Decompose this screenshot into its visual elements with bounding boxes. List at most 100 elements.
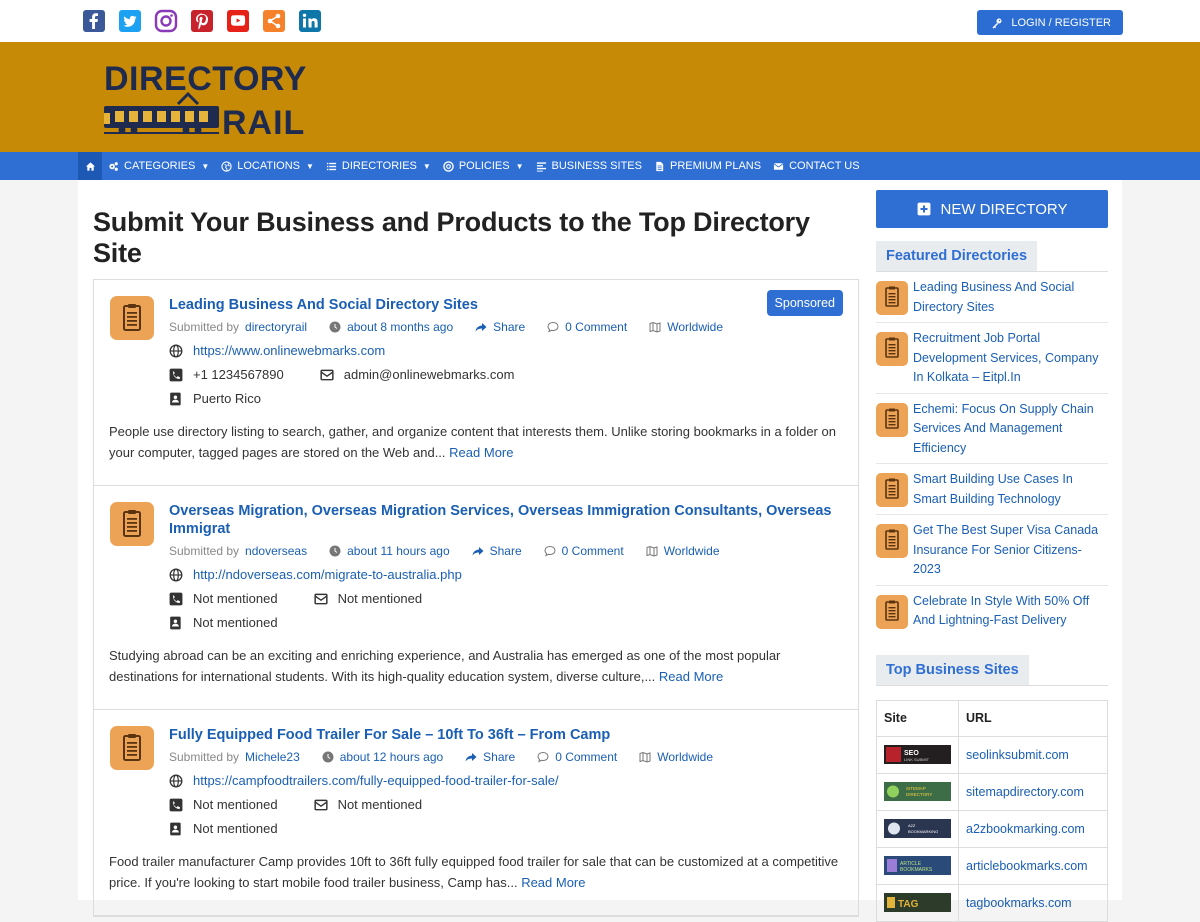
phone-icon xyxy=(169,798,183,811)
clipboard-icon[interactable] xyxy=(110,726,154,770)
featured-link[interactable]: Recruitment Job Portal Development Servi… xyxy=(913,329,1108,388)
nav-contact-us[interactable]: CONTACT US xyxy=(767,152,866,180)
clipboard-icon[interactable] xyxy=(876,473,908,507)
top-sites-header: Top Business Sites xyxy=(876,642,1108,686)
site-logo-cell: SITEMAP DIRECTORY xyxy=(876,772,959,811)
header-banner: DIRECTORY RAIL xyxy=(0,42,1200,152)
site-logo-image[interactable]: SITEMAPDIRECTORY xyxy=(884,782,951,801)
site-url[interactable]: tagbookmarks.com xyxy=(958,883,1108,922)
featured-item: Smart Building Use Cases In Smart Buildi… xyxy=(876,464,1108,515)
listing-time[interactable]: about 11 hours ago xyxy=(347,544,450,558)
url-row: https://www.onlinewebmarks.com xyxy=(169,343,843,358)
listing-user-link[interactable]: ndoverseas xyxy=(245,544,307,558)
pinterest-icon[interactable] xyxy=(190,9,214,33)
new-directory-button[interactable]: NEW DIRECTORY xyxy=(876,190,1108,228)
listing-url[interactable]: http://ndoverseas.com/migrate-to-austral… xyxy=(193,567,462,582)
featured-link[interactable]: Celebrate In Style With 50% Off And Ligh… xyxy=(913,592,1108,631)
globe-icon xyxy=(169,568,183,581)
listing-url[interactable]: https://campfoodtrailers.com/fully-equip… xyxy=(193,773,559,788)
clipboard-icon[interactable] xyxy=(876,281,908,315)
twitter-icon[interactable] xyxy=(118,9,142,33)
table-row: A2Z BOOKMARKING a2zbookmarking.com xyxy=(876,809,1108,848)
share-link[interactable]: Share xyxy=(493,320,525,334)
nav-locations[interactable]: LOCATIONS ▼ xyxy=(215,152,320,180)
comment-link[interactable]: 0 Comment xyxy=(555,750,617,764)
nav-business-sites[interactable]: BUSINESS SITES xyxy=(530,152,648,180)
listing-phone: Not mentioned xyxy=(193,797,278,812)
share-icon[interactable] xyxy=(262,9,286,33)
featured-item: Get The Best Super Visa Canada Insurance… xyxy=(876,515,1108,586)
read-more-link[interactable]: Read More xyxy=(449,445,513,460)
site-url[interactable]: seolinksubmit.com xyxy=(958,735,1108,774)
listing-location: Not mentioned xyxy=(193,821,278,836)
site-url[interactable]: sitemapdirectory.com xyxy=(958,772,1108,811)
nav-premium-plans[interactable]: PREMIUM PLANS xyxy=(648,152,767,180)
read-more-link[interactable]: Read More xyxy=(659,669,723,684)
facebook-icon[interactable] xyxy=(82,9,106,33)
sidebar: NEW DIRECTORY Featured Directories Leadi… xyxy=(876,190,1108,922)
comment-link[interactable]: 0 Comment xyxy=(565,320,627,334)
listing-time[interactable]: about 12 hours ago xyxy=(340,750,443,764)
instagram-icon[interactable] xyxy=(154,9,178,33)
featured-link[interactable]: Smart Building Use Cases In Smart Buildi… xyxy=(913,470,1108,509)
key-icon xyxy=(992,18,1002,28)
featured-link[interactable]: Echemi: Focus On Supply Chain Services A… xyxy=(913,400,1108,459)
featured-link[interactable]: Get The Best Super Visa Canada Insurance… xyxy=(913,521,1108,580)
region-link[interactable]: Worldwide xyxy=(657,750,713,764)
listing-title[interactable]: Leading Business And Social Directory Si… xyxy=(169,296,843,314)
featured-item: Celebrate In Style With 50% Off And Ligh… xyxy=(876,586,1108,636)
share-link[interactable]: Share xyxy=(483,750,515,764)
featured-item: Recruitment Job Portal Development Servi… xyxy=(876,323,1108,394)
clipboard-icon[interactable] xyxy=(876,524,908,558)
clipboard-icon[interactable] xyxy=(110,502,154,546)
align-left-icon xyxy=(536,161,546,172)
region-link[interactable]: Worldwide xyxy=(664,544,720,558)
listing-meta: Submitted by Michele23 about 12 hours ag… xyxy=(169,750,843,764)
site-logo-image[interactable]: A2ZBOOKMARKING xyxy=(884,819,951,838)
clipboard-icon[interactable] xyxy=(876,332,908,366)
listing-url[interactable]: https://www.onlinewebmarks.com xyxy=(193,343,385,358)
listing-list: Sponsored Leading Business And Social Di… xyxy=(93,279,859,917)
nav-directories[interactable]: DIRECTORIES ▼ xyxy=(320,152,437,180)
nav-home[interactable] xyxy=(78,152,102,180)
read-more-link[interactable]: Read More xyxy=(521,875,585,890)
cogs-icon xyxy=(109,161,118,171)
site-url[interactable]: a2zbookmarking.com xyxy=(958,809,1108,848)
listing-title[interactable]: Fully Equipped Food Trailer For Sale – 1… xyxy=(169,726,843,744)
nav-premium-plans-label: PREMIUM PLANS xyxy=(669,160,762,172)
contact-row: +1 1234567890 admin@onlinewebmarks.com xyxy=(169,367,843,382)
region-link[interactable]: Worldwide xyxy=(667,320,723,334)
clipboard-icon[interactable] xyxy=(110,296,154,340)
plus-square-icon xyxy=(917,202,930,216)
submitted-by-label: Submitted by xyxy=(169,544,240,558)
clipboard-icon[interactable] xyxy=(876,594,908,629)
listing-item: Overseas Migration, Overseas Migration S… xyxy=(94,486,858,710)
linkedin-icon[interactable] xyxy=(298,9,322,33)
nav-policies[interactable]: POLICIES ▼ xyxy=(437,152,530,180)
site-logo-image[interactable]: SEOLINK SUBMIT xyxy=(884,745,951,764)
logo-line1: DIRECTORY xyxy=(104,60,307,98)
listing-user-link[interactable]: Michele23 xyxy=(245,750,300,764)
listing-user-link[interactable]: directoryrail xyxy=(245,320,307,334)
nav-categories[interactable]: CATEGORIES ▼ xyxy=(102,152,215,180)
clipboard-icon[interactable] xyxy=(876,402,908,437)
listing-email: Not mentioned xyxy=(337,591,423,606)
featured-link[interactable]: Leading Business And Social Directory Si… xyxy=(913,278,1108,317)
top-sites-title: Top Business Sites xyxy=(876,654,1029,685)
share-arrow-icon xyxy=(472,547,484,556)
listing-time[interactable]: about 8 months ago xyxy=(347,320,453,334)
comment-link[interactable]: 0 Comment xyxy=(562,544,624,558)
login-register-button[interactable]: LOGIN / REGISTER xyxy=(977,10,1123,35)
share-arrow-icon xyxy=(475,323,487,332)
site-logo-image[interactable]: TAG xyxy=(884,893,951,912)
home-icon xyxy=(85,161,95,171)
listing-title[interactable]: Overseas Migration, Overseas Migration S… xyxy=(169,502,843,538)
site-url[interactable]: articlebookmarks.com xyxy=(958,846,1108,885)
listing-location: Not mentioned xyxy=(193,615,278,630)
listing-meta: Submitted by ndoverseas about 11 hours a… xyxy=(169,544,843,558)
chevron-down-icon: ▼ xyxy=(515,161,524,171)
share-link[interactable]: Share xyxy=(490,544,522,558)
site-logo-image[interactable]: ARTICLEBOOKMARKS xyxy=(884,856,951,875)
youtube-icon[interactable] xyxy=(226,9,250,33)
svg-text:DIRECTORY: DIRECTORY xyxy=(906,792,932,797)
